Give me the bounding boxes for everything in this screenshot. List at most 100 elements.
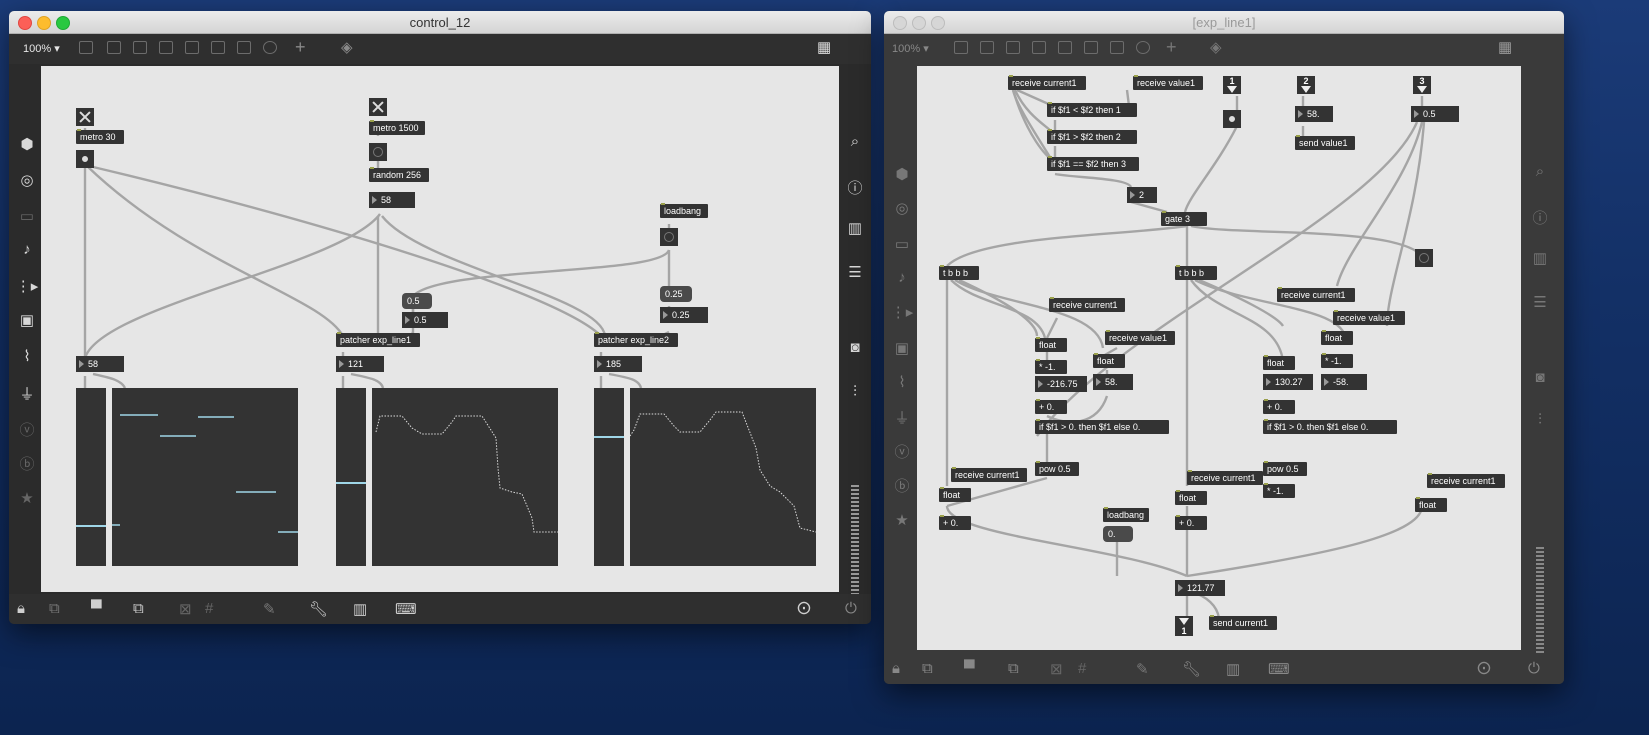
- toolbar-object-icon[interactable]: [79, 41, 93, 54]
- keyboard-icon[interactable]: ▭: [9, 207, 45, 225]
- toolbar-bang-icon[interactable]: [185, 41, 199, 54]
- patcher-canvas[interactable]: receive current1 receive value1 if $f1 <…: [917, 66, 1521, 650]
- lock-icon[interactable]: 🔒︎: [17, 600, 25, 617]
- wrench-icon[interactable]: 🔧︎: [309, 600, 328, 618]
- if-less-than[interactable]: if $f1 < $f2 then 1: [1047, 102, 1137, 117]
- float-c[interactable]: float: [939, 487, 971, 502]
- v-icon[interactable]: ⓥ: [884, 441, 920, 462]
- multislider-2[interactable]: [372, 388, 558, 566]
- keyboard-input-icon[interactable]: ⌨: [395, 600, 417, 618]
- float-b[interactable]: float: [1093, 353, 1125, 368]
- inlet-1[interactable]: 1: [1223, 76, 1241, 94]
- v-icon[interactable]: ⓥ: [9, 419, 45, 440]
- list-icon[interactable]: ☰: [1522, 293, 1558, 311]
- multiply-e2[interactable]: * -1.: [1263, 483, 1295, 498]
- send-value1[interactable]: send value1: [1295, 135, 1355, 150]
- piano-icon[interactable]: ▥: [1226, 660, 1240, 678]
- toolbar-grid-icon[interactable]: ▦: [1498, 38, 1512, 56]
- pow-a[interactable]: pow 0.5: [1035, 461, 1079, 476]
- trigger-left[interactable]: t b b b: [939, 265, 979, 280]
- toolbar-message-icon[interactable]: [107, 41, 121, 54]
- cube-icon[interactable]: ⬢: [9, 135, 45, 153]
- b-icon[interactable]: ⓑ: [884, 475, 920, 496]
- keyboard-input-icon[interactable]: ⌨: [1268, 660, 1290, 678]
- search-icon[interactable]: ⌕: [837, 133, 871, 150]
- gate-3[interactable]: gate 3: [1161, 211, 1207, 226]
- multislider-1[interactable]: [112, 388, 298, 566]
- receive-current1-a[interactable]: receive current1: [1049, 297, 1125, 312]
- float-g[interactable]: float: [1415, 497, 1447, 512]
- metro-30-object[interactable]: metro 30: [76, 129, 124, 144]
- grid-icon[interactable]: #: [205, 600, 213, 617]
- bang-inlet1[interactable]: [1223, 110, 1241, 128]
- float-d[interactable]: float: [1175, 490, 1207, 505]
- titlebar[interactable]: control_12: [9, 11, 871, 34]
- media-icon[interactable]: ⋮▸: [9, 277, 45, 295]
- piano-icon[interactable]: ▥: [353, 600, 367, 618]
- number-185[interactable]: 185: [594, 356, 642, 372]
- book-icon[interactable]: ▥: [1522, 249, 1558, 267]
- debug-icon[interactable]: ⊠: [179, 600, 192, 618]
- slider-2[interactable]: [336, 388, 366, 566]
- toolbar-bang-icon[interactable]: [1058, 41, 1072, 54]
- message-0[interactable]: 0.: [1103, 526, 1133, 542]
- new-object-icon[interactable]: ✎: [263, 600, 276, 618]
- bang-metro1500[interactable]: [369, 143, 387, 161]
- toolbar-paint-icon[interactable]: ◈: [341, 38, 353, 56]
- audio-play-icon[interactable]: ⊙: [1476, 657, 1492, 680]
- zoom-menu[interactable]: 100% ▾: [23, 42, 60, 55]
- random-number-box[interactable]: 58: [369, 192, 415, 208]
- plug-icon[interactable]: ⏚: [884, 407, 920, 428]
- message-0-5[interactable]: 0.5: [402, 293, 432, 309]
- number-0-5[interactable]: 0.5: [402, 312, 448, 328]
- loadbang-object[interactable]: loadbang: [660, 203, 708, 218]
- toolbar-dial-icon[interactable]: [263, 41, 277, 54]
- power-icon[interactable]: ⏻: [845, 600, 857, 617]
- toolbar-add-icon[interactable]: +: [1166, 37, 1177, 58]
- patcher-canvas[interactable]: metro 30 metro 1500 random 256 58 loadba…: [41, 66, 839, 592]
- receive-value1-f[interactable]: receive value1: [1333, 310, 1405, 325]
- toolbar-dial-icon[interactable]: [1136, 41, 1150, 54]
- camera-icon[interactable]: ◙: [837, 339, 871, 356]
- cube-icon[interactable]: ⬢: [884, 165, 920, 183]
- target-icon[interactable]: ◎: [884, 199, 920, 217]
- receive-current1-top[interactable]: receive current1: [1008, 75, 1086, 90]
- float-a[interactable]: float: [1035, 337, 1067, 352]
- random-object[interactable]: random 256: [369, 167, 429, 182]
- bang-metro30[interactable]: [76, 150, 94, 168]
- number-minus-58[interactable]: -58.: [1321, 374, 1367, 390]
- wrench-icon[interactable]: 🔧︎: [1182, 660, 1201, 678]
- message-0-25[interactable]: 0.25: [660, 286, 692, 302]
- send-current1[interactable]: send current1: [1209, 615, 1277, 630]
- search-icon[interactable]: ⌕: [1522, 163, 1558, 180]
- toolbar-toggle-icon[interactable]: [1032, 41, 1046, 54]
- list-icon[interactable]: ☰: [837, 263, 871, 281]
- mixer-icon[interactable]: ⫶: [837, 383, 871, 400]
- debug-icon[interactable]: ⊠: [1050, 660, 1063, 678]
- toolbar-paint-icon[interactable]: ◈: [1210, 38, 1222, 56]
- number-output[interactable]: 121.77: [1175, 580, 1225, 596]
- multiply-a[interactable]: * -1.: [1035, 359, 1067, 374]
- keyboard-icon[interactable]: ▭: [884, 235, 920, 253]
- slider-3[interactable]: [594, 388, 624, 566]
- number-58[interactable]: 58.: [1295, 106, 1333, 122]
- edit-mode-icon[interactable]: ⧉: [922, 660, 933, 677]
- b-icon[interactable]: ⓑ: [9, 453, 45, 474]
- receive-current1-c[interactable]: receive current1: [951, 467, 1027, 482]
- info-icon[interactable]: ⓘ: [1522, 207, 1558, 228]
- number-58-b[interactable]: 58.: [1093, 374, 1133, 390]
- zoom-menu[interactable]: 100% ▾: [892, 42, 929, 55]
- toggle-metro1500[interactable]: [369, 98, 387, 116]
- number-121[interactable]: 121: [336, 356, 384, 372]
- multiply-f[interactable]: * -1.: [1321, 353, 1353, 368]
- star-icon[interactable]: ★: [9, 489, 45, 507]
- info-icon[interactable]: ⓘ: [837, 177, 871, 198]
- toolbar-play-icon[interactable]: [1084, 41, 1098, 54]
- image-icon[interactable]: ▣: [884, 339, 920, 357]
- windows-icon[interactable]: ⧉: [133, 600, 144, 617]
- book-icon[interactable]: ▥: [837, 219, 871, 237]
- toolbar-slider-icon[interactable]: [237, 41, 251, 54]
- paperclip-icon[interactable]: ⌇: [884, 373, 920, 391]
- music-note-icon[interactable]: ♪: [884, 269, 920, 286]
- outlet-1[interactable]: 1: [1175, 616, 1193, 636]
